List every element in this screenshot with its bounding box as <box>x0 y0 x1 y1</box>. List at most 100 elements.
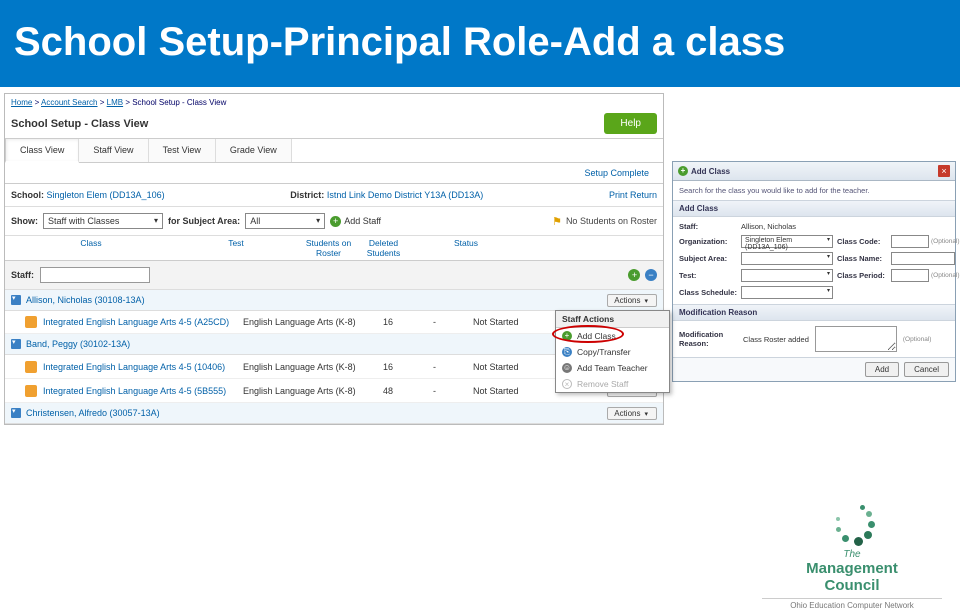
col-deleted-students[interactable]: Deleted Students <box>356 238 411 258</box>
staff-label: Staff: <box>11 270 34 280</box>
class-name[interactable]: Integrated English Language Arts 4-5 (10… <box>43 362 243 372</box>
value-staff: Allison, Nicholas <box>741 222 955 231</box>
class-name[interactable]: Integrated English Language Arts 4-5 (5B… <box>43 386 243 396</box>
menu-remove-label: Remove Staff <box>577 379 628 389</box>
select-org[interactable]: Singleton Elem (DD13A_106) <box>741 235 833 248</box>
setup-complete-link[interactable]: Setup Complete <box>584 168 649 178</box>
show-label: Show: <box>11 216 38 226</box>
add-button[interactable]: Add <box>865 362 899 377</box>
menu-copy-transfer[interactable]: ⎘ Copy/Transfer <box>556 344 669 360</box>
close-icon[interactable]: × <box>938 165 950 177</box>
col-test[interactable]: Test <box>171 238 301 258</box>
mgmt-council-logo: The Management Council Ohio Education Co… <box>762 503 942 610</box>
menu-team-label: Add Team Teacher <box>577 363 648 373</box>
school-value: Singleton Elem (DD13A_106) <box>47 190 165 200</box>
district-value: Istnd Link Demo District Y13A (DD13A) <box>327 190 483 200</box>
expand-all-icon[interactable]: + <box>628 269 640 281</box>
school-setup-panel: Home > Account Search > LMB > School Set… <box>4 93 664 425</box>
no-roster-warning: ⚑ No Students on Roster <box>552 215 657 228</box>
collapse-all-icon[interactable]: − <box>645 269 657 281</box>
select-test[interactable] <box>741 269 833 282</box>
label-class-name: Class Name: <box>837 254 887 263</box>
tab-test-view[interactable]: Test View <box>149 139 216 162</box>
input-class-name[interactable] <box>891 252 955 265</box>
class-ds: - <box>433 362 473 372</box>
label-org: Organization: <box>679 237 737 246</box>
input-class-code[interactable] <box>891 235 929 248</box>
actions-button[interactable]: Actions <box>607 407 657 420</box>
class-test: English Language Arts (K-8) <box>243 317 383 327</box>
modal-note: Search for the class you would like to a… <box>673 181 955 200</box>
staff-search-input[interactable] <box>40 267 150 283</box>
district-info: District: Istnd Link Demo District Y13A … <box>290 190 483 200</box>
class-icon <box>25 385 37 397</box>
disclosure-icon[interactable] <box>11 408 21 418</box>
class-name[interactable]: Integrated English Language Arts 4-5 (A2… <box>43 317 243 327</box>
staff-name[interactable]: Allison, Nicholas (30108-13A) <box>26 295 145 305</box>
plus-icon: + <box>562 331 572 341</box>
add-staff-label: Add Staff <box>344 216 381 226</box>
class-sr: 16 <box>383 317 433 327</box>
tab-grade-view[interactable]: Grade View <box>216 139 292 162</box>
menu-add-class-label: Add Class <box>577 331 616 341</box>
remove-icon: × <box>562 379 572 389</box>
value-mod-reason: Class Roster added <box>743 335 809 344</box>
return-link[interactable]: Return <box>630 190 657 200</box>
bc-lmb[interactable]: LMB <box>107 98 123 107</box>
menu-copy-label: Copy/Transfer <box>577 347 631 357</box>
input-class-period[interactable] <box>891 269 929 282</box>
actions-button[interactable]: Actions <box>607 294 657 307</box>
person-icon: ☺ <box>562 363 572 373</box>
breadcrumb: Home > Account Search > LMB > School Set… <box>5 94 663 111</box>
tab-class-view[interactable]: Class View <box>5 139 79 163</box>
school-info: School: Singleton Elem (DD13A_106) <box>11 190 165 200</box>
class-test: English Language Arts (K-8) <box>243 386 383 396</box>
section-mod-reason: Modification Reason <box>673 304 955 321</box>
class-icon <box>25 361 37 373</box>
label-class-code: Class Code: <box>837 237 887 246</box>
menu-add-class[interactable]: + Add Class <box>556 328 669 344</box>
district-label: District: <box>290 190 324 200</box>
label-schedule: Class Schedule: <box>679 288 737 297</box>
opt-reason: (Optional) <box>903 336 932 343</box>
bc-home[interactable]: Home <box>11 98 32 107</box>
subject-select[interactable]: All <box>245 213 325 229</box>
cancel-button[interactable]: Cancel <box>904 362 949 377</box>
disclosure-icon[interactable] <box>11 295 21 305</box>
col-class[interactable]: Class <box>11 238 171 258</box>
opt-period: (Optional) <box>931 272 960 279</box>
class-ds: - <box>433 386 473 396</box>
page-title: School Setup - Class View <box>11 118 148 130</box>
bc-account[interactable]: Account Search <box>41 98 97 107</box>
bc-current: School Setup - Class View <box>132 98 226 107</box>
modal-title: Add Class <box>691 167 730 176</box>
tab-staff-view[interactable]: Staff View <box>79 139 148 162</box>
class-status: Not Started <box>473 362 553 372</box>
textarea-mod-reason[interactable] <box>815 326 897 352</box>
staff-group-row[interactable]: Allison, Nicholas (30108-13A) Actions St… <box>5 290 663 311</box>
class-ds: - <box>433 317 473 327</box>
copy-icon: ⎘ <box>562 347 572 357</box>
logo-council: Council <box>825 577 880 594</box>
help-button[interactable]: Help <box>604 113 657 134</box>
staff-group-row[interactable]: Christensen, Alfredo (30057-13A) Actions <box>5 403 663 424</box>
plus-icon: + <box>330 216 341 227</box>
label-class-period: Class Period: <box>837 271 887 280</box>
disclosure-icon[interactable] <box>11 339 21 349</box>
select-schedule[interactable] <box>741 286 833 299</box>
menu-add-team-teacher[interactable]: ☺ Add Team Teacher <box>556 360 669 376</box>
staff-name[interactable]: Christensen, Alfredo (30057-13A) <box>26 408 160 418</box>
class-status: Not Started <box>473 317 553 327</box>
subject-label: for Subject Area: <box>168 216 240 226</box>
show-select[interactable]: Staff with Classes <box>43 213 163 229</box>
col-status[interactable]: Status <box>411 238 521 258</box>
col-students-roster[interactable]: Students on Roster <box>301 238 356 258</box>
print-link[interactable]: Print <box>609 190 628 200</box>
label-subject: Subject Area: <box>679 254 737 263</box>
school-label: School: <box>11 190 44 200</box>
add-staff-button[interactable]: + Add Staff <box>330 216 381 227</box>
staff-name[interactable]: Band, Peggy (30102-13A) <box>26 339 130 349</box>
select-subject[interactable] <box>741 252 833 265</box>
actions-menu-header: Staff Actions <box>556 311 669 328</box>
actions-menu: Staff Actions + Add Class ⎘ Copy/Transfe… <box>555 310 670 393</box>
